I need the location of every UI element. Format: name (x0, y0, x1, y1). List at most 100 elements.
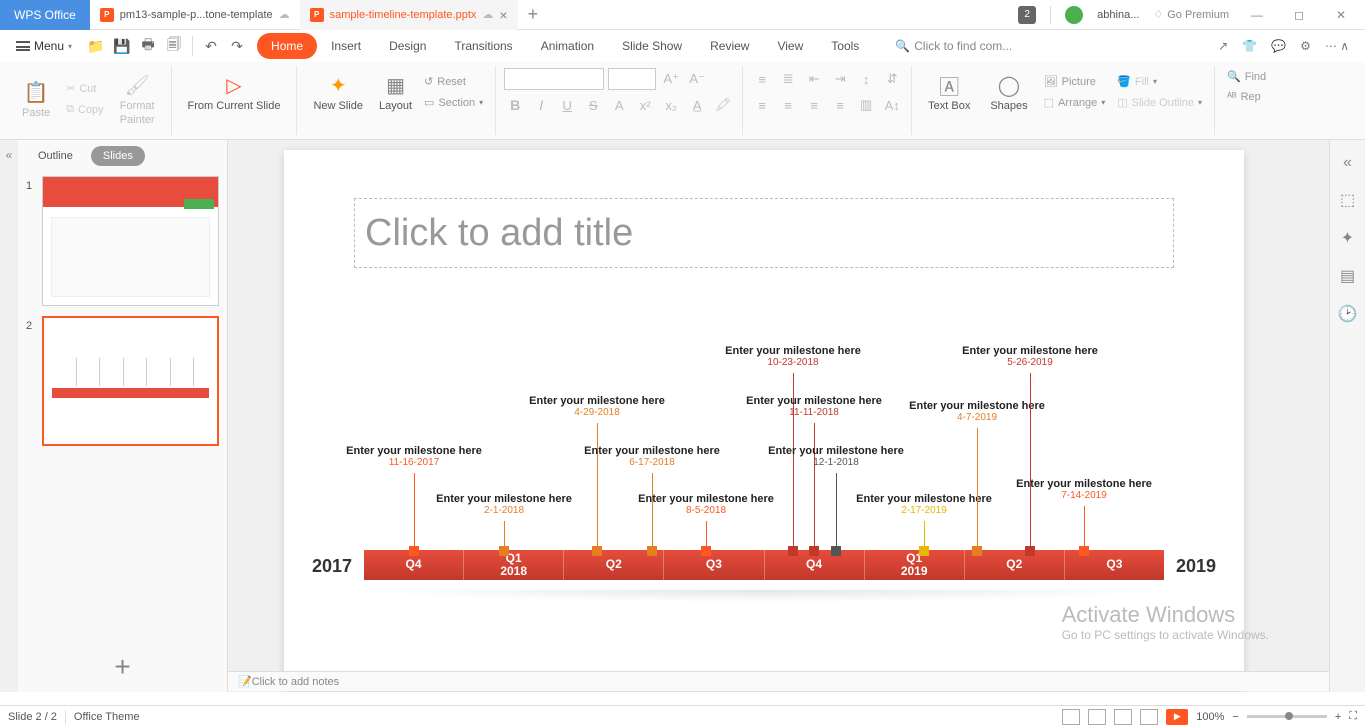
tab-design[interactable]: Design (375, 33, 440, 59)
print-icon[interactable]: 🖶 (136, 34, 160, 58)
align-text-icon[interactable]: A↕ (881, 94, 903, 116)
save-icon[interactable]: 💾 (110, 34, 134, 58)
skin-icon[interactable]: 👕 (1242, 39, 1257, 53)
line-spacing-icon[interactable]: ↕ (855, 68, 877, 90)
document-tab-1[interactable]: P pm13-sample-p...tone-template ☁ (90, 0, 300, 30)
milestone[interactable]: Enter your milestone here10-23-2018 (723, 345, 863, 368)
find-button[interactable]: 🔍 Find (1223, 68, 1270, 85)
font-name-input[interactable] (504, 68, 604, 90)
tab-review[interactable]: Review (696, 33, 763, 59)
bullets-icon[interactable]: ≡ (751, 68, 773, 90)
new-slide-button[interactable]: ✦New Slide (305, 68, 371, 116)
zoom-out-icon[interactable]: − (1232, 711, 1238, 723)
timeline-bar[interactable]: Q4Q12018Q2Q3Q4Q12019Q2Q3 (364, 550, 1164, 580)
tab-home[interactable]: Home (257, 33, 317, 59)
milestone[interactable]: Enter your milestone here6-17-2018 (582, 445, 722, 468)
milestone[interactable]: Enter your milestone here8-5-2018 (636, 493, 776, 516)
shadow-icon[interactable]: A (608, 94, 630, 116)
strike-icon[interactable]: S (582, 94, 604, 116)
close-icon[interactable]: × (499, 7, 507, 23)
object-select-icon[interactable]: ⬚ (1340, 190, 1355, 210)
canvas[interactable]: Click to add title 2017 2019 Q4Q12018Q2Q… (228, 140, 1329, 692)
close-icon[interactable]: ✕ (1327, 8, 1355, 22)
decrease-indent-icon[interactable]: ⇤ (803, 68, 825, 90)
shapes-button[interactable]: ◯Shapes (982, 68, 1035, 116)
highlight-icon[interactable]: 🖍 (712, 94, 734, 116)
milestone[interactable]: Enter your milestone here4-29-2018 (527, 395, 667, 418)
font-color-icon[interactable]: A̲ (686, 94, 708, 116)
milestone[interactable]: Enter your milestone here2-1-2018 (434, 493, 574, 516)
reading-view-icon[interactable] (1114, 709, 1132, 725)
sync-icon[interactable]: ↗ (1218, 39, 1228, 53)
slide-thumbnail-1[interactable] (42, 176, 219, 306)
slideshow-button[interactable]: ▶ (1166, 709, 1188, 725)
underline-icon[interactable]: U (556, 94, 578, 116)
document-tab-2[interactable]: P sample-timeline-template.pptx ☁ × (300, 0, 518, 30)
align-center-icon[interactable]: ≡ (777, 94, 799, 116)
slide-outline-button[interactable]: ◫ Slide Outline ▾ (1113, 94, 1206, 111)
slide[interactable]: Click to add title 2017 2019 Q4Q12018Q2Q… (284, 150, 1244, 690)
sorter-view-icon[interactable] (1088, 709, 1106, 725)
bold-icon[interactable]: B (504, 94, 526, 116)
add-slide-button[interactable]: + (18, 642, 227, 692)
arrange-button[interactable]: ⬚ Arrange ▾ (1040, 94, 1110, 111)
menu-button[interactable]: Menu ▾ (6, 35, 82, 57)
tab-slideshow[interactable]: Slide Show (608, 33, 696, 59)
go-premium-button[interactable]: ♢ Go Premium (1153, 8, 1229, 21)
replace-button[interactable]: ᴬᴮ Rep (1223, 89, 1270, 105)
align-right-icon[interactable]: ≡ (803, 94, 825, 116)
redo-icon[interactable]: ↷ (225, 34, 249, 58)
milestone[interactable]: Enter your milestone here11-11-2018 (744, 395, 884, 418)
fill-button[interactable]: 🪣 Fill ▾ (1113, 73, 1206, 90)
milestone[interactable]: Enter your milestone here4-7-2019 (907, 400, 1047, 423)
milestone[interactable]: Enter your milestone here5-26-2019 (960, 345, 1100, 368)
print-preview-icon[interactable]: 🗐 (162, 34, 186, 58)
textbox-button[interactable]: 🄰Text Box (920, 68, 978, 116)
slide-thumbnail-2[interactable] (42, 316, 219, 446)
normal-view-icon[interactable] (1062, 709, 1080, 725)
copy-button[interactable]: ⧉ Copy (62, 101, 108, 118)
collapse-ribbon-icon[interactable]: ⋯ ∧ (1325, 39, 1349, 53)
undo-icon[interactable]: ↶ (199, 34, 223, 58)
feedback-icon[interactable]: 💬 (1271, 39, 1286, 53)
cut-button[interactable]: ✂ Cut (62, 80, 108, 97)
title-placeholder[interactable]: Click to add title (354, 198, 1174, 268)
notes-view-icon[interactable] (1140, 709, 1158, 725)
whatsnew-icon[interactable]: ⚙ (1300, 39, 1311, 53)
zoom-slider[interactable] (1247, 715, 1327, 718)
search-box[interactable]: 🔍 Click to find com... (895, 39, 1012, 53)
section-button[interactable]: ▭ Section ▾ (420, 94, 487, 111)
tab-insert[interactable]: Insert (317, 33, 375, 59)
history-icon[interactable]: 🕑 (1338, 304, 1358, 324)
user-name[interactable]: abhina... (1097, 9, 1139, 21)
milestone[interactable]: Enter your milestone here11-16-2017 (344, 445, 484, 468)
tab-tools[interactable]: Tools (817, 33, 873, 59)
milestone[interactable]: Enter your milestone here7-14-2019 (1014, 478, 1154, 501)
notification-badge[interactable]: 2 (1018, 6, 1036, 24)
paste-button[interactable]: 📋Paste (14, 75, 58, 123)
collapse-sidepane-button[interactable]: « (0, 140, 18, 692)
subscript-icon[interactable]: x₂ (660, 94, 682, 116)
numbering-icon[interactable]: ≣ (777, 68, 799, 90)
picture-button[interactable]: 🖼 Picture (1040, 73, 1110, 90)
superscript-icon[interactable]: x² (634, 94, 656, 116)
avatar[interactable] (1065, 6, 1083, 24)
zoom-value[interactable]: 100% (1196, 711, 1224, 723)
zoom-in-icon[interactable]: + (1335, 711, 1341, 723)
justify-icon[interactable]: ≡ (829, 94, 851, 116)
expand-pane-icon[interactable]: « (1343, 154, 1352, 172)
milestone[interactable]: Enter your milestone here2-17-2019 (854, 493, 994, 516)
settings-icon[interactable]: ✦ (1341, 228, 1354, 248)
tab-animation[interactable]: Animation (527, 33, 608, 59)
shrink-font-icon[interactable]: A⁻ (686, 68, 708, 90)
thumbnail-row[interactable]: 1 (26, 176, 219, 306)
font-size-input[interactable] (608, 68, 656, 90)
layout-button[interactable]: ▦Layout (375, 70, 416, 114)
text-direction-icon[interactable]: ⇵ (881, 68, 903, 90)
slides-tab[interactable]: Slides (91, 146, 145, 166)
notes-bar[interactable]: 📝 Click to add notes (228, 671, 1329, 691)
minimize-icon[interactable]: — (1243, 8, 1271, 22)
columns-icon[interactable]: ▥ (855, 94, 877, 116)
milestone[interactable]: Enter your milestone here12-1-2018 (766, 445, 906, 468)
fit-to-window-icon[interactable]: ⛶ (1349, 710, 1357, 723)
